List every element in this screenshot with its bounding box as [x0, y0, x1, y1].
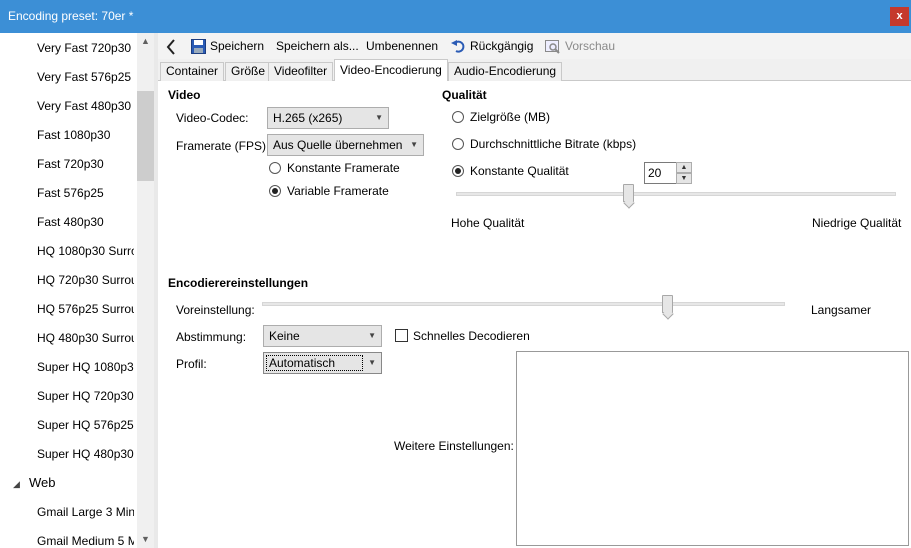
target-size-radio[interactable]	[452, 111, 464, 123]
expand-arrow-icon[interactable]: ◢	[13, 474, 29, 494]
codec-label: Video-Codec:	[176, 111, 249, 125]
scroll-down-icon[interactable]: ▼	[137, 531, 154, 548]
constant-framerate-label: Konstante Framerate	[287, 161, 400, 175]
variable-framerate-radio[interactable]	[269, 185, 281, 197]
codec-select[interactable]: H.265 (x265) ▼	[267, 107, 389, 129]
target-size-label: Zielgröße (MB)	[470, 110, 551, 124]
title-bar: Encoding preset: 70er * x	[0, 0, 911, 33]
tab-audio-encoding[interactable]: Audio-Encodierung	[448, 62, 563, 81]
list-item[interactable]: Gmail Medium 5 Minutes 480p30	[37, 531, 134, 548]
window-title: Encoding preset: 70er *	[8, 9, 134, 23]
tab-bar: Container Größe Videofilter Video-Encodi…	[158, 59, 911, 81]
chevron-down-icon: ▼	[410, 140, 418, 149]
video-encoding-panel: Video Video-Codec: H.265 (x265) ▼ Framera…	[158, 81, 911, 548]
chevron-down-icon: ▼	[368, 331, 376, 340]
chevron-down-icon: ▼	[375, 113, 383, 122]
list-item[interactable]: Gmail Large 3 Minutes 720p30	[37, 502, 134, 522]
list-item[interactable]: HQ 720p30 Surround	[37, 270, 134, 290]
tab-container[interactable]: Container	[160, 62, 225, 81]
quality-low-label: Hohe Qualität	[451, 216, 525, 230]
list-item[interactable]: HQ 480p30 Surround	[37, 328, 134, 348]
variable-framerate-label: Variable Framerate	[287, 184, 389, 198]
framerate-label: Framerate (FPS):	[176, 139, 270, 153]
list-item[interactable]: Very Fast 576p25	[37, 67, 134, 87]
preset-slider-track[interactable]	[262, 302, 785, 306]
profile-label: Profil:	[176, 357, 207, 371]
save-button[interactable]: Speichern	[191, 37, 264, 55]
undo-button[interactable]: Rückgängig	[451, 37, 533, 55]
save-label: Speichern	[210, 39, 265, 53]
list-item[interactable]: Super HQ 1080p30 Surround	[37, 357, 134, 377]
save-as-button[interactable]: Speichern als...	[276, 37, 359, 55]
scroll-thumb[interactable]	[137, 91, 154, 181]
scroll-up-icon[interactable]: ▲	[137, 33, 154, 50]
tab-video-encoding[interactable]: Video-Encodierung	[334, 59, 448, 81]
framerate-select[interactable]: Aus Quelle übernehmen ▼	[267, 134, 424, 156]
back-arrow-icon	[166, 39, 175, 55]
rename-button[interactable]: Umbenennen	[366, 37, 438, 55]
profile-select[interactable]: Automatisch ▼	[263, 352, 382, 374]
list-item[interactable]: HQ 576p25 Surround	[37, 299, 134, 319]
stepper-up-icon[interactable]: ▲	[676, 162, 692, 173]
preview-label: Vorschau	[565, 39, 616, 53]
quality-value-input[interactable]: 20	[644, 162, 680, 184]
list-item[interactable]: Fast 480p30	[37, 212, 134, 232]
preset-list: Very Fast 720p30 Very Fast 576p25 Very F…	[0, 33, 157, 548]
quality-slider-thumb[interactable]	[623, 184, 634, 202]
tune-value: Keine	[269, 329, 300, 343]
undo-icon	[451, 40, 465, 53]
toolbar: Speichern Speichern als... Umbenennen Rü…	[158, 33, 911, 59]
list-item[interactable]: Fast 1080p30	[37, 125, 134, 145]
sidebar-scrollbar[interactable]: ▲ ▼	[137, 33, 154, 548]
undo-label: Rückgängig	[470, 39, 534, 53]
tab-video-filter[interactable]: Videofilter	[268, 62, 334, 81]
focus-rect	[266, 355, 363, 371]
framerate-value: Aus Quelle übernehmen	[273, 138, 403, 152]
fast-decode-checkbox[interactable]	[395, 329, 408, 342]
quality-stepper[interactable]: ▲ ▼	[676, 162, 692, 184]
preview-button[interactable]: Vorschau	[545, 37, 615, 55]
preset-label: Voreinstellung:	[176, 303, 255, 317]
list-item[interactable]: Very Fast 480p30	[37, 96, 134, 116]
stepper-down-icon[interactable]: ▼	[676, 173, 692, 184]
encoder-heading: Encodierereinstellungen	[168, 276, 309, 290]
extra-settings-textarea[interactable]	[516, 351, 909, 546]
video-heading: Video	[168, 88, 201, 102]
preview-icon	[545, 39, 560, 54]
quality-high-label: Niedrige Qualität	[812, 216, 902, 230]
codec-value: H.265 (x265)	[273, 111, 343, 125]
list-item[interactable]: HQ 1080p30 Surround	[37, 241, 134, 261]
extra-settings-label: Weitere Einstellungen:	[394, 439, 514, 453]
list-item[interactable]: Very Fast 720p30	[37, 38, 134, 58]
back-button[interactable]	[166, 37, 180, 55]
chevron-down-icon: ▼	[368, 358, 376, 367]
preset-slider-thumb[interactable]	[662, 295, 673, 313]
list-item[interactable]: Fast 720p30	[37, 154, 134, 174]
close-button[interactable]: x	[890, 7, 909, 26]
list-item[interactable]: Super HQ 576p25 Surround	[37, 415, 134, 435]
list-item[interactable]: Fast 576p25	[37, 183, 134, 203]
fast-decode-label: Schnelles Decodieren	[413, 329, 530, 343]
constant-quality-label: Konstante Qualität	[470, 164, 569, 178]
list-item[interactable]: Super HQ 720p30 Surround	[37, 386, 134, 406]
avg-bitrate-label: Durchschnittliche Bitrate (kbps)	[470, 137, 637, 151]
preset-value-label: Langsamer	[811, 303, 872, 317]
constant-framerate-radio[interactable]	[269, 162, 281, 174]
group-label: Web	[29, 475, 56, 490]
list-item[interactable]: Super HQ 480p30 Surround	[37, 444, 134, 464]
tree-group-web[interactable]: ◢ Web	[13, 473, 56, 493]
tune-select[interactable]: Keine ▼	[263, 325, 382, 347]
tune-label: Abstimmung:	[176, 330, 247, 344]
floppy-disk-icon	[191, 39, 206, 55]
constant-quality-radio[interactable]	[452, 165, 464, 177]
quality-heading: Qualität	[442, 88, 487, 102]
tab-size[interactable]: Größe	[225, 62, 272, 81]
quality-slider-track[interactable]	[456, 192, 896, 196]
avg-bitrate-radio[interactable]	[452, 138, 464, 150]
